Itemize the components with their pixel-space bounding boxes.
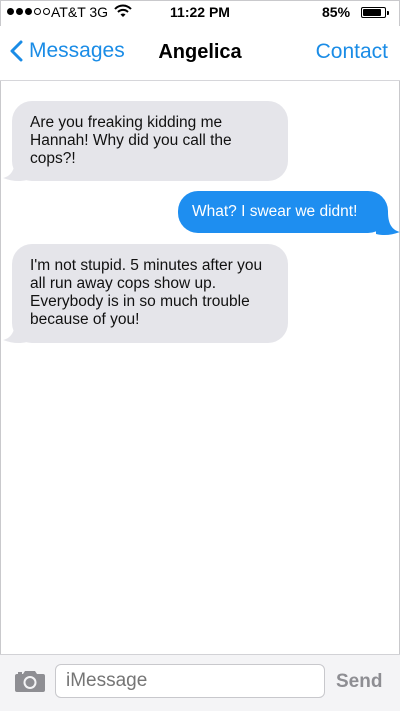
message-bubble-incoming[interactable]: I'm not stupid. 5 minutes after you all …	[12, 244, 288, 343]
message-text: I'm not stupid. 5 minutes after you all …	[30, 257, 263, 328]
message-bubble-outgoing[interactable]: What? I swear we didnt!	[178, 191, 388, 233]
battery-nub	[387, 11, 389, 15]
status-bar: AT&T 3G 11:22 PM 85%	[0, 0, 400, 26]
message-text: What? I swear we didnt!	[192, 203, 358, 220]
nav-bar: Messages Angelica Contact	[0, 26, 400, 81]
battery-icon	[361, 7, 389, 18]
compose-bar: Send	[0, 654, 400, 711]
message-text: Are you freaking kidding me Hannah! Why …	[30, 114, 232, 167]
message-bubble-incoming[interactable]: Are you freaking kidding me Hannah! Why …	[12, 101, 288, 181]
camera-icon[interactable]	[14, 669, 46, 698]
message-input[interactable]	[55, 664, 325, 698]
battery-fill	[363, 9, 381, 16]
contact-button[interactable]: Contact	[316, 40, 388, 64]
send-button[interactable]: Send	[336, 671, 382, 693]
battery-percent: 85%	[322, 4, 351, 20]
